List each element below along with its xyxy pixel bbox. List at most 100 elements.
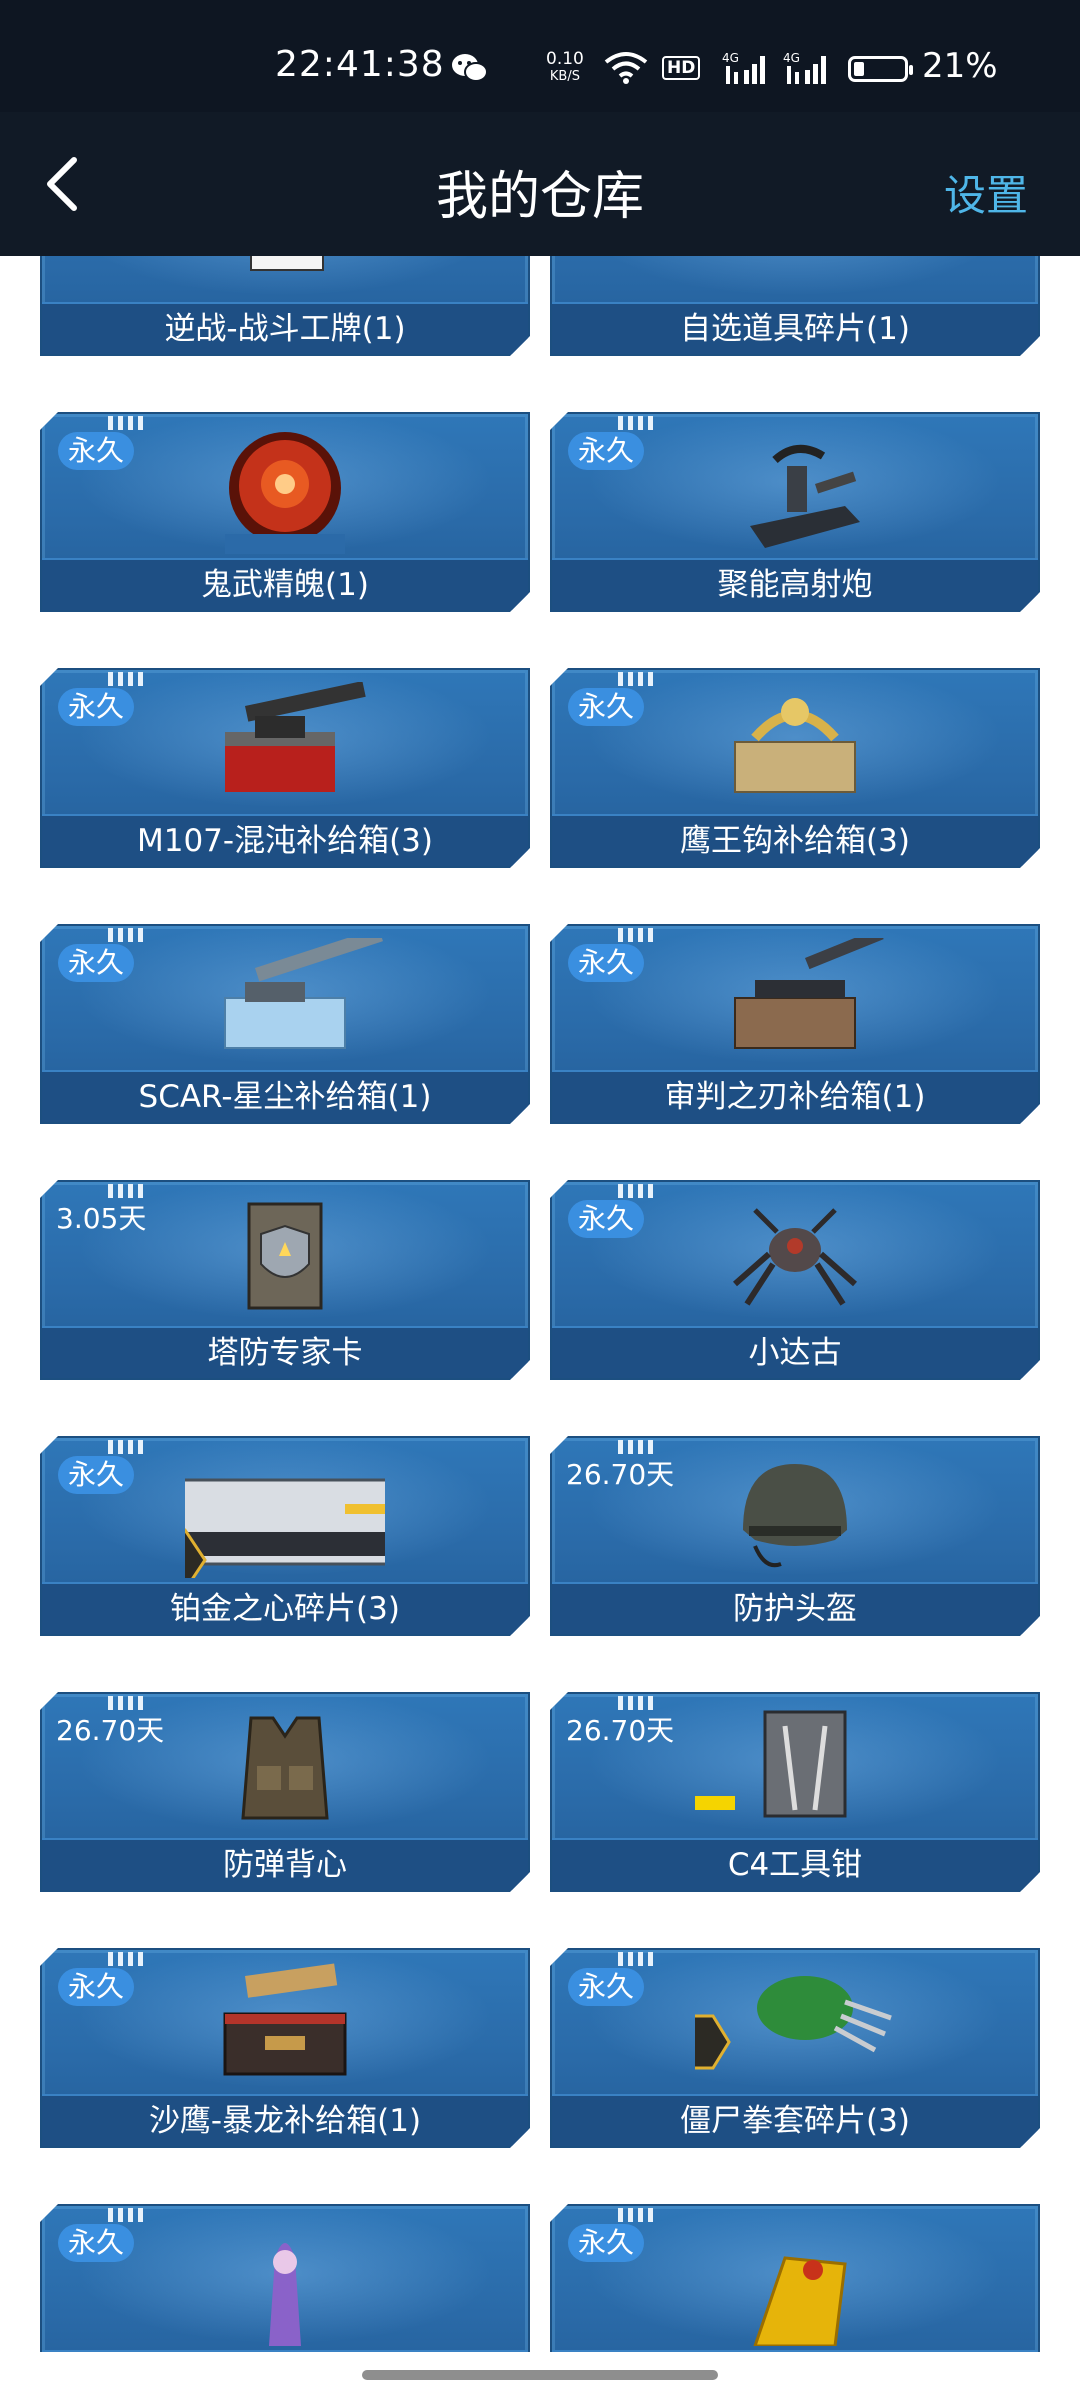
item-duration-badge: 永久	[58, 432, 134, 470]
item-name-label: 铂金之心碎片(3)	[42, 1582, 528, 1634]
signal-icon: 4G	[722, 50, 770, 90]
character-icon	[185, 2218, 385, 2346]
signal2-label: 4G	[783, 51, 800, 65]
inventory-item-card[interactable]: 自选道具碎片(1)	[550, 256, 1040, 356]
inventory-item-card[interactable]: 永久铂金之心碎片(3)	[40, 1436, 530, 1636]
item-duration-badge: 永久	[568, 688, 644, 726]
item-name-label: 僵尸拳套碎片(3)	[552, 2094, 1038, 2146]
pliers-icon	[695, 1706, 895, 1834]
network-speed: 0.10 KB/S	[546, 50, 584, 86]
item-duration-badge: 永久	[568, 1200, 644, 1238]
card-tick-decoration	[108, 1440, 144, 1454]
card-tick-decoration	[108, 2208, 144, 2222]
item-name-label: M107-混沌补给箱(3)	[42, 814, 528, 866]
signal1-label: 4G	[722, 51, 739, 65]
item-name-label: 防护头盔	[552, 1582, 1038, 1634]
item-duration-badge: 永久	[58, 1456, 134, 1494]
card-tick-decoration	[618, 672, 654, 686]
item-name-label: SCAR-星尘补给箱(1)	[42, 1070, 528, 1122]
inventory-item-card[interactable]: 26.70天防弹背心	[40, 1692, 530, 1892]
inventory-item-card[interactable]: 永久沙鹰-暴龙补给箱(1)	[40, 1948, 530, 2148]
inventory-item-card[interactable]: 永久 M107-混沌补给箱(3)	[40, 668, 530, 868]
supply-box-bronze-icon	[695, 938, 895, 1066]
navigation-bar: 我的仓库 设置	[0, 112, 1080, 256]
item-name-label: 鹰王钩补给箱(3)	[552, 814, 1038, 866]
inventory-item-card[interactable]: 永久	[40, 2204, 530, 2352]
item-name-label: 防弹背心	[42, 1838, 528, 1890]
inventory-item-card[interactable]: 逆战-战斗工牌(1)	[40, 256, 530, 356]
item-duration-badge: 永久	[568, 944, 644, 982]
card-tick-decoration	[108, 1952, 144, 1966]
card-tick-decoration	[618, 416, 654, 430]
page-title: 我的仓库	[435, 167, 644, 227]
network-speed-unit: KB/S	[549, 69, 580, 84]
item-duration-badge: 26.70天	[56, 1714, 165, 1747]
item-duration-badge: 26.70天	[566, 1714, 675, 1747]
vest-icon	[185, 1706, 385, 1834]
inventory-item-card[interactable]: 永久鬼武精魄(1)	[40, 412, 530, 612]
gold-item-icon	[695, 2218, 895, 2346]
item-name-label: 自选道具碎片(1)	[552, 302, 1038, 354]
supply-box-gold-icon	[695, 682, 895, 810]
supply-box-dark-icon	[185, 1962, 385, 2090]
turret-icon	[695, 426, 895, 554]
warehouse-list[interactable]: 逆战-战斗工牌(1) 自选道具碎片(1) 永久 鬼武精魄(1) 永久 聚能高射炮 永久 M10…	[0, 256, 1080, 2352]
card-tick-decoration	[108, 928, 144, 942]
network-speed-value: 0.10	[546, 49, 584, 69]
item-name-label	[552, 2350, 1038, 2352]
card-tick-decoration	[618, 1440, 654, 1454]
inventory-item-card[interactable]: 26.70天防护头盔	[550, 1436, 1040, 1636]
card-tick-decoration	[618, 928, 654, 942]
card-tick-decoration	[618, 1952, 654, 1966]
item-duration-badge: 永久	[568, 1968, 644, 2006]
zombie-claw-fragment-icon	[695, 1962, 895, 2090]
supply-box-blue-icon	[185, 938, 385, 1066]
item-duration-badge: 永久	[58, 944, 134, 982]
item-duration-badge: 永久	[58, 1968, 134, 2006]
crystal-shard-icon	[695, 256, 895, 298]
card-tick-decoration	[618, 2208, 654, 2222]
item-duration-badge: 3.05天	[56, 1202, 147, 1235]
item-duration-badge: 永久	[58, 2224, 134, 2262]
card-tick-decoration	[618, 1184, 654, 1198]
inventory-item-card[interactable]: 永久 SCAR-星尘补给箱(1)	[40, 924, 530, 1124]
inventory-item-card[interactable]: 永久鹰王钩补给箱(3)	[550, 668, 1040, 868]
card-tick-decoration	[108, 1696, 144, 1710]
item-duration-badge: 永久	[568, 2224, 644, 2262]
inventory-item-card[interactable]: 永久小达古	[550, 1180, 1040, 1380]
inventory-item-card[interactable]: 3.05天塔防专家卡	[40, 1180, 530, 1380]
card-tick-decoration	[618, 1696, 654, 1710]
wechat-icon	[450, 52, 488, 88]
card-tick-decoration	[108, 1184, 144, 1198]
status-time: 22:41:38	[275, 44, 445, 85]
home-indicator[interactable]	[362, 2370, 718, 2380]
inventory-item-card[interactable]: 永久僵尸拳套碎片(3)	[550, 1948, 1040, 2148]
battery-percent: 21%	[922, 46, 998, 86]
inventory-item-card[interactable]: 永久	[550, 2204, 1040, 2352]
item-duration-badge: 永久	[58, 688, 134, 726]
platinum-weapon-fragment-icon	[185, 1450, 385, 1578]
item-name-label: 逆战-战斗工牌(1)	[42, 302, 528, 354]
card-tick-decoration	[108, 672, 144, 686]
item-duration-badge: 26.70天	[566, 1458, 675, 1491]
spider-robot-icon	[695, 1194, 895, 1322]
item-name-label: 塔防专家卡	[42, 1326, 528, 1378]
item-name-label: C4工具钳	[552, 1838, 1038, 1890]
supply-box-red-icon	[185, 682, 385, 810]
item-name-label: 鬼武精魄(1)	[42, 558, 528, 610]
item-name-label: 小达古	[552, 1326, 1038, 1378]
wifi-icon	[604, 50, 648, 88]
inventory-item-card[interactable]: 26.70天 C4工具钳	[550, 1692, 1040, 1892]
inventory-item-card[interactable]: 永久审判之刃补给箱(1)	[550, 924, 1040, 1124]
helmet-icon	[695, 1450, 895, 1578]
settings-button[interactable]: 设置	[944, 162, 1028, 223]
battery-icon	[848, 56, 913, 82]
card-tick-decoration	[108, 416, 144, 430]
item-name-label: 沙鹰-暴龙补给箱(1)	[42, 2094, 528, 2146]
signal-icon: 4G	[783, 50, 831, 90]
hd-voice-icon: HD	[662, 56, 701, 80]
inventory-item-card[interactable]: 永久 聚能高射炮	[550, 412, 1040, 612]
item-name-label: 聚能高射炮	[552, 558, 1038, 610]
badge-card-icon	[185, 256, 385, 298]
item-name-label: 审判之刃补给箱(1)	[552, 1070, 1038, 1122]
